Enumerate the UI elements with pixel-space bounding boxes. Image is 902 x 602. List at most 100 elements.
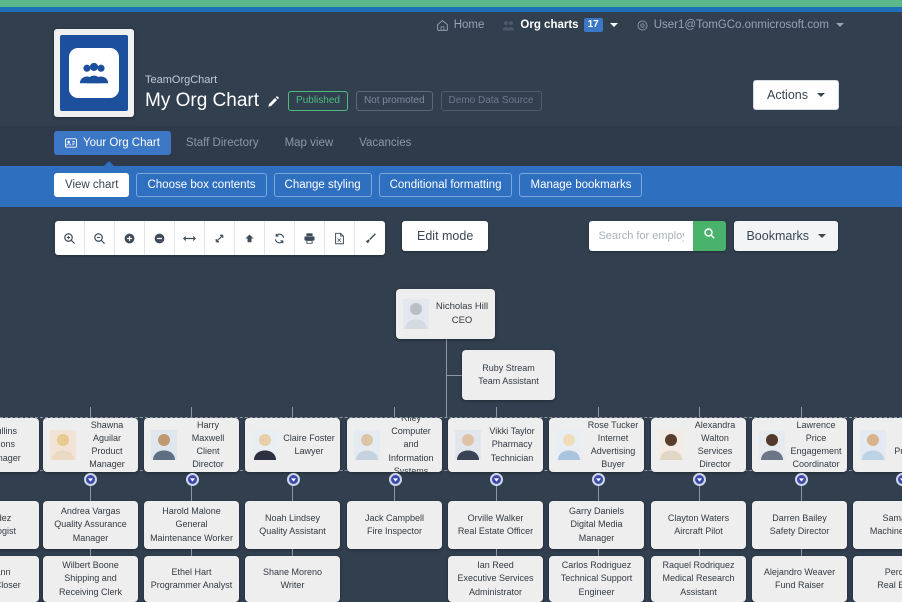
connector-stub — [801, 407, 802, 417]
tab-your-org-chart[interactable]: Your Org Chart — [54, 131, 171, 155]
search-button[interactable] — [693, 221, 726, 251]
node-title: Services Director — [689, 445, 741, 471]
choose-box-contents-button[interactable]: Choose box contents — [136, 173, 266, 197]
expand-down-circle-icon[interactable] — [287, 473, 300, 486]
paint-brush-icon[interactable] — [355, 221, 385, 255]
node-row2-3[interactable]: Noah Lindsey Quality Assistant — [245, 501, 340, 549]
node-row3-0[interactable]: ann ts Closer — [0, 556, 39, 602]
expand-down-circle-icon[interactable] — [186, 473, 199, 486]
node-name: Mullins — [0, 425, 34, 438]
collapse-all-icon[interactable] — [145, 221, 175, 255]
node-row3-6[interactable]: Carlos Rodriguez Technical Support Engin… — [549, 556, 644, 602]
node-row2-1[interactable]: Andrea Vargas Quality Assurance Manager — [43, 501, 138, 549]
node-title: Computer and Information Systems Manager — [385, 425, 437, 472]
node-root[interactable]: Nicholas Hill CEO — [396, 289, 495, 339]
node-text: Vikki Taylor Pharmacy Technician — [481, 425, 543, 464]
expand-all-icon[interactable] — [115, 221, 145, 255]
node-assistant[interactable]: Ruby Stream Team Assistant — [462, 350, 555, 400]
node-row1-6[interactable]: Rose Tucker Internet Advertising Buyer — [549, 418, 644, 472]
node-row3-1[interactable]: Wilbert Boone Shipping and Receiving Cle… — [43, 556, 138, 602]
node-row1-9[interactable]: Tin Pr Control I — [853, 418, 902, 472]
node-title: Engagement Coordinator — [790, 445, 842, 471]
edit-mode-button[interactable]: Edit mode — [402, 221, 488, 251]
connector-stub — [394, 486, 395, 501]
node-row2-7[interactable]: Clayton Waters Aircraft Pilot — [651, 501, 746, 549]
expand-down-circle-icon[interactable] — [693, 473, 706, 486]
fit-screen-icon[interactable] — [205, 221, 235, 255]
node-text: Brendan Riley Computer and Information S… — [380, 418, 442, 472]
print-icon[interactable] — [295, 221, 325, 255]
nav-item-user-account[interactable]: User1@TomGCo.onmicrosoft.com — [636, 19, 844, 32]
refresh-icon[interactable] — [265, 221, 295, 255]
search-input[interactable] — [589, 221, 693, 251]
nav-item-home[interactable]: Home — [436, 19, 485, 32]
node-text: Noah Lindsey Quality Assistant — [245, 512, 340, 538]
tab-vacancies[interactable]: Vacancies — [348, 131, 422, 155]
node-title: Digital Media Manager — [554, 518, 639, 544]
expand-down-circle-icon[interactable] — [795, 473, 808, 486]
zoom-in-icon[interactable] — [55, 221, 85, 255]
node-row3-9[interactable]: Percy S Real Estate — [853, 556, 902, 602]
connector-stub — [496, 486, 497, 501]
node-row1-4[interactable]: Brendan Riley Computer and Information S… — [347, 418, 442, 472]
node-name: Ethel Hart — [149, 566, 234, 579]
bookmarks-button[interactable]: Bookmarks — [734, 221, 838, 251]
node-row2-4[interactable]: Jack Campbell Fire Inspector — [347, 501, 442, 549]
connector-stub — [699, 407, 700, 417]
node-text: Raquel Rodriquez Medical Research Assist… — [651, 559, 746, 598]
nav-item-org-charts[interactable]: Org charts 17 — [502, 18, 617, 32]
expand-down-circle-icon[interactable] — [592, 473, 605, 486]
node-title: Safety Director — [757, 525, 842, 538]
avatar — [759, 430, 785, 460]
export-excel-icon[interactable] — [325, 221, 355, 255]
node-row1-0[interactable]: Mullins ations Manager — [0, 418, 39, 472]
node-row2-6[interactable]: Garry Daniels Digital Media Manager — [549, 501, 644, 549]
node-text: Lawrence Price Engagement Coordinator — [785, 419, 847, 471]
manage-bookmarks-button[interactable]: Manage bookmarks — [519, 173, 642, 197]
chevron-down-icon — [817, 93, 825, 97]
node-name: Darren Bailey — [757, 512, 842, 525]
tab-staff-directory[interactable]: Staff Directory — [175, 131, 270, 155]
fit-width-icon[interactable] — [175, 221, 205, 255]
connector-stub — [292, 486, 293, 501]
node-row3-8[interactable]: Alejandro Weaver Fund Raiser — [752, 556, 847, 602]
node-row3-2[interactable]: Ethel Hart Programmer Analyst — [144, 556, 239, 602]
node-row3-3[interactable]: Shane Moreno Writer — [245, 556, 340, 602]
tab-staff-directory-label: Staff Directory — [186, 137, 259, 149]
expand-down-circle-icon[interactable] — [84, 473, 97, 486]
node-row2-0[interactable]: ldez ologist — [0, 501, 39, 549]
zoom-out-icon[interactable] — [85, 221, 115, 255]
node-row2-8[interactable]: Darren Bailey Safety Director — [752, 501, 847, 549]
node-name: Nicholas Hill — [434, 300, 490, 314]
node-row1-5[interactable]: Vikki Taylor Pharmacy Technician — [448, 418, 543, 472]
expand-down-circle-icon[interactable] — [389, 473, 402, 486]
actions-button[interactable]: Actions — [753, 80, 839, 110]
node-row1-8[interactable]: Lawrence Price Engagement Coordinator — [752, 418, 847, 472]
node-title: Machine T Ope — [858, 525, 902, 538]
node-row2-5[interactable]: Orville Walker Real Estate Officer — [448, 501, 543, 549]
org-chart-canvas[interactable]: Nicholas Hill CEO Ruby Stream Team Assis… — [0, 269, 902, 602]
pencil-icon[interactable] — [267, 95, 280, 108]
avatar — [403, 299, 429, 329]
tab-map-view[interactable]: Map view — [274, 131, 345, 155]
expand-down-circle-icon[interactable] — [490, 473, 503, 486]
conditional-formatting-button[interactable]: Conditional formatting — [379, 173, 513, 197]
node-row2-9[interactable]: Samanth Machine T Ope — [853, 501, 902, 549]
app-logo[interactable] — [54, 29, 134, 117]
node-row1-2[interactable]: Harry Maxwell Client Director — [144, 418, 239, 472]
node-row1-3[interactable]: Claire Foster Lawyer — [245, 418, 340, 472]
node-row2-2[interactable]: Harold Malone General Maintenance Worker — [144, 501, 239, 549]
node-row1-7[interactable]: Alexandra Walton Services Director — [651, 418, 746, 472]
change-styling-button[interactable]: Change styling — [274, 173, 372, 197]
status-badge-demo-data-source: Demo Data Source — [441, 91, 542, 111]
connector-stub — [801, 486, 802, 501]
expand-down-circle-icon[interactable] — [896, 473, 902, 486]
node-row3-5[interactable]: Ian Reed Executive Services Administrato… — [448, 556, 543, 602]
node-row1-1[interactable]: Shawna Aguilar Product Manager — [43, 418, 138, 472]
node-name: Shane Moreno — [250, 566, 335, 579]
go-up-icon[interactable] — [235, 221, 265, 255]
node-row3-7[interactable]: Raquel Rodriquez Medical Research Assist… — [651, 556, 746, 602]
view-chart-button[interactable]: View chart — [54, 173, 129, 197]
connector-stub — [496, 549, 497, 556]
node-name: ldez — [0, 512, 34, 525]
